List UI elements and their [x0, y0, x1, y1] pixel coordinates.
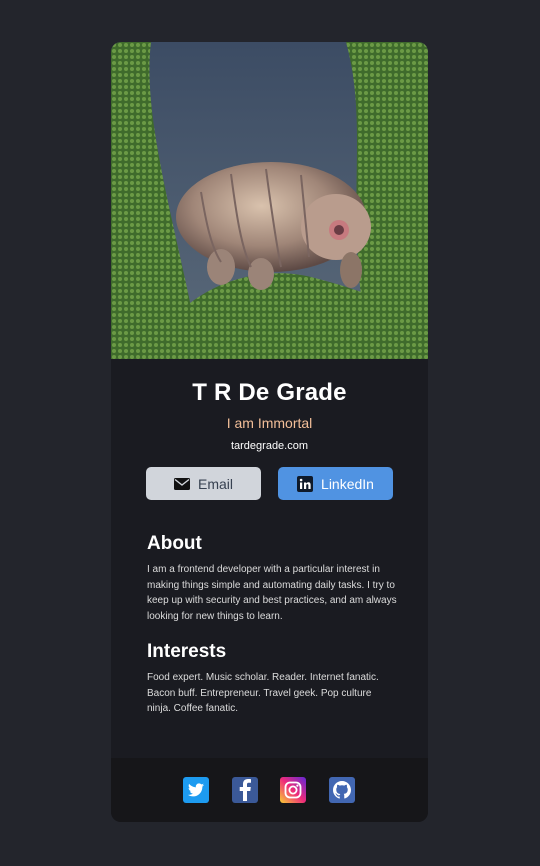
twitter-link[interactable] [183, 777, 209, 803]
instagram-link[interactable] [280, 777, 306, 803]
linkedin-icon [297, 475, 314, 492]
github-link[interactable] [329, 777, 355, 803]
interests-heading: Interests [147, 641, 227, 662]
linkedin-button[interactable]: LinkedIn [278, 467, 393, 500]
email-button-label: Email [197, 475, 233, 492]
facebook-icon [239, 779, 251, 801]
social-footer [111, 758, 428, 822]
website-link[interactable]: tardegrade.com [111, 440, 428, 452]
interests-text: Food expert. Music scholar. Reader. Inte… [147, 672, 379, 714]
facebook-link[interactable] [232, 777, 258, 803]
twitter-icon [188, 783, 204, 797]
about-heading: About [147, 533, 202, 554]
profile-tagline: I am Immortal [226, 415, 313, 431]
envelope-icon [173, 477, 190, 490]
linkedin-button-label: LinkedIn [321, 475, 374, 492]
about-text: I am a frontend developer with a particu… [147, 564, 397, 622]
instagram-icon [284, 781, 302, 799]
profile-name: T R De Grade [192, 379, 347, 406]
github-icon [333, 781, 351, 799]
email-button[interactable]: Email [146, 467, 261, 500]
profile-photo [111, 42, 428, 359]
profile-card: T R De Grade I am Immortal tardegrade.co… [111, 42, 428, 822]
